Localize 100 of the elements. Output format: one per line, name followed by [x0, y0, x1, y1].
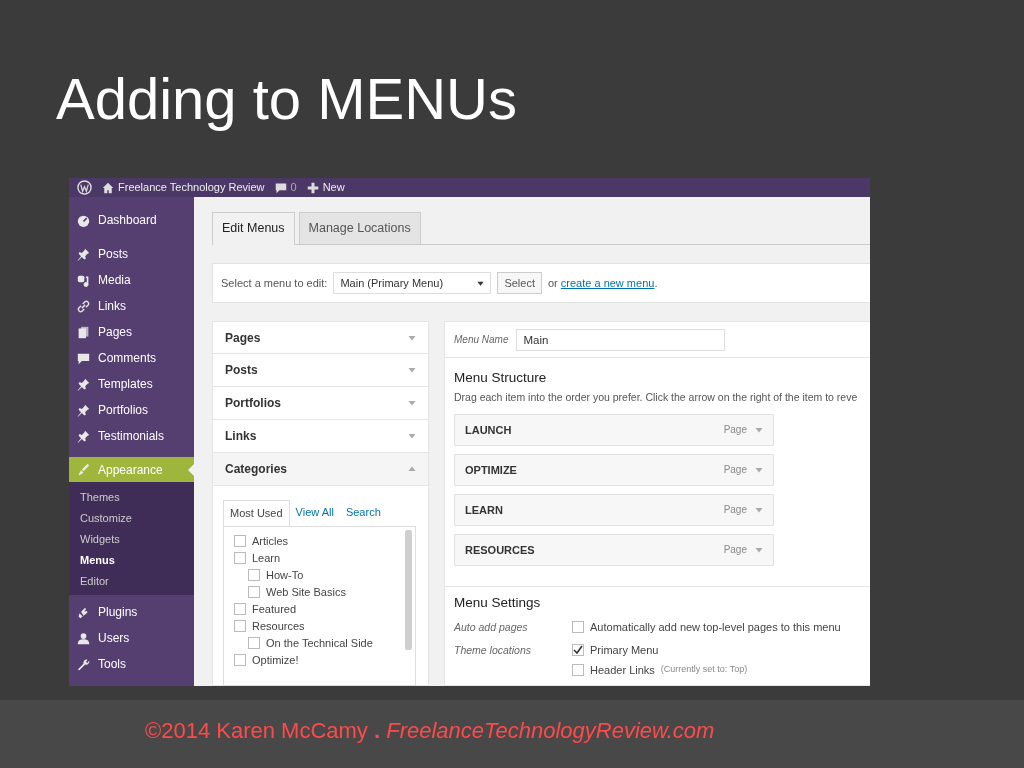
category-label: Articles	[252, 533, 289, 549]
checkbox[interactable]	[572, 664, 584, 677]
menu-item-bar[interactable]: LAUNCH Page	[454, 413, 774, 446]
checkbox[interactable]	[572, 621, 584, 634]
option-label: Header Links	[590, 662, 655, 678]
site-link[interactable]: Freelance Technology Review	[102, 179, 265, 196]
checkbox[interactable]	[248, 586, 260, 598]
tab[interactable]: Most Used	[223, 500, 290, 527]
sidebar-item[interactable]: Posts	[69, 241, 194, 268]
option-note: (Currently set to: Top)	[660, 663, 748, 677]
caret-down-icon	[408, 366, 416, 374]
category-label: On the Technical Side	[266, 635, 373, 651]
brush-icon	[77, 463, 90, 477]
checkbox[interactable]	[234, 552, 246, 564]
pushpin-icon	[77, 247, 90, 261]
comment-icon	[77, 351, 90, 365]
section-heading: Menu Structure	[454, 370, 548, 387]
category-label: Web Site Basics	[266, 584, 346, 600]
logo-icon[interactable]	[77, 180, 92, 196]
caret-down-icon	[755, 465, 763, 474]
comment-icon	[274, 181, 287, 194]
item-type: Page	[723, 543, 747, 558]
category-label: Resources	[252, 618, 305, 634]
caret-down-icon	[755, 505, 763, 514]
menu-item-bar[interactable]: RESOURCES Page	[454, 533, 774, 566]
item-type: Page	[723, 503, 747, 518]
option-label: Automatically add new top-level pages to this menu	[590, 619, 841, 635]
new-link[interactable]: New	[306, 179, 345, 196]
sidebar-item[interactable]: Testimonials	[69, 423, 194, 450]
scrollbar-thumb[interactable]	[405, 529, 412, 650]
checkbox[interactable]	[234, 654, 246, 666]
field-label: Menu Name	[454, 333, 509, 347]
accordion-header[interactable]: Portfolios	[212, 387, 429, 420]
checkbox[interactable]	[234, 603, 246, 615]
create-menu-hint: or create a new menu.	[548, 275, 658, 291]
sidebar-item[interactable]: Portfolios	[69, 397, 194, 424]
submenu-item[interactable]: Customize	[69, 507, 194, 529]
media-icon	[77, 273, 90, 287]
caret-icon	[477, 279, 485, 287]
sidebar-item[interactable]: Plugins	[69, 599, 194, 626]
plus-icon	[306, 181, 319, 194]
category-label: Featured	[252, 601, 297, 617]
sidebar-item[interactable]: Templates	[69, 371, 194, 398]
submenu-item[interactable]: Menus	[69, 549, 194, 571]
setting-label: Theme locations	[454, 643, 533, 659]
user-icon	[77, 631, 90, 645]
category-label: Optimize!	[252, 652, 299, 668]
plug-icon	[77, 605, 90, 619]
checkbox[interactable]	[248, 569, 260, 581]
checkbox[interactable]	[248, 637, 260, 649]
caret-up-icon	[408, 465, 416, 473]
comments-link[interactable]: 0	[274, 179, 297, 196]
sidebar-item[interactable]: Tools	[69, 651, 194, 678]
item-type: Page	[723, 423, 747, 438]
instruction-text: Drag each item into the order you prefer. Click the arrow on the right of the item to reve	[454, 390, 859, 406]
accordion-header[interactable]: Categories	[212, 453, 429, 486]
tab[interactable]: View All	[289, 500, 340, 526]
footer-credit: ©2014 Karen McCamy . FreelanceTechnologyReview.com	[145, 718, 715, 743]
checkbox[interactable]	[572, 644, 584, 657]
wrench-icon	[77, 657, 90, 671]
link-icon	[77, 299, 90, 313]
accordion-header[interactable]: Links	[212, 420, 429, 453]
pushpin-icon	[77, 429, 90, 443]
section-heading: Menu Settings	[454, 594, 542, 612]
submenu-item[interactable]: Widgets	[69, 528, 194, 550]
select-label: Select a menu to edit:	[221, 275, 328, 291]
caret-down-icon	[408, 399, 416, 407]
tab[interactable]: Search	[339, 500, 387, 526]
checkbox[interactable]	[234, 535, 246, 547]
tab[interactable]: Edit Menus	[212, 212, 295, 245]
menu-item-bar[interactable]: OPTIMIZE Page	[454, 453, 774, 486]
accordion-header[interactable]: Pages	[212, 321, 429, 354]
item-type: Page	[723, 463, 747, 478]
submenu-item[interactable]: Editor	[69, 570, 194, 592]
sidebar-item[interactable]: Users	[69, 625, 194, 652]
sidebar-item[interactable]: Dashboard	[69, 207, 194, 234]
checkbox[interactable]	[234, 620, 246, 632]
sidebar-item[interactable]: Comments	[69, 345, 194, 372]
sidebar-item[interactable]: Links	[69, 293, 194, 320]
option-label: Primary Menu	[590, 642, 659, 658]
setting-label: Auto add pages	[454, 620, 529, 636]
caret-down-icon	[408, 333, 416, 342]
menu-dropdown[interactable]: Main (Primary Menu)	[333, 272, 492, 294]
menu-name-field[interactable]: Main	[516, 328, 726, 351]
category-label: Learn	[252, 550, 281, 566]
caret-down-icon	[755, 545, 763, 554]
pages-icon	[77, 325, 90, 339]
menu-item-bar[interactable]: LEARN Page	[454, 493, 774, 526]
sidebar-item[interactable]: Pages	[69, 319, 194, 346]
pushpin-icon	[77, 403, 90, 417]
category-label: How-To	[266, 567, 304, 583]
sidebar-item[interactable]: Media	[69, 267, 194, 294]
caret-down-icon	[408, 432, 416, 440]
dashboard-icon	[77, 213, 90, 227]
submenu-item[interactable]: Themes	[69, 486, 194, 508]
caret-down-icon	[755, 425, 763, 434]
accordion-header[interactable]: Posts	[212, 354, 429, 387]
tab[interactable]: Manage Locations	[298, 212, 421, 244]
pushpin-icon	[77, 377, 90, 391]
select-button[interactable]: Select	[497, 272, 542, 294]
